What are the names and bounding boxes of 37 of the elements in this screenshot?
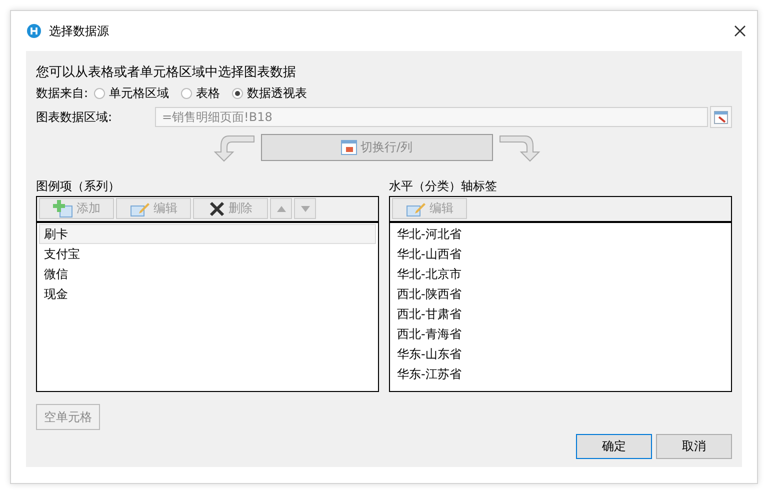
- close-icon[interactable]: [733, 24, 747, 38]
- sheet-icon: [714, 110, 728, 124]
- list-item[interactable]: 西北-陕西省: [392, 284, 729, 304]
- list-item[interactable]: 西北-青海省: [392, 324, 729, 344]
- up-icon: [276, 206, 286, 212]
- radio-button[interactable]: [94, 88, 106, 99]
- delete-icon: [208, 200, 224, 216]
- range-label: 图表数据区域:: [36, 108, 114, 126]
- edit-icon: [406, 200, 426, 216]
- window-title: 选择数据源: [49, 22, 110, 40]
- radio-option[interactable]: 表格: [181, 85, 220, 102]
- list-item[interactable]: 现金: [39, 284, 376, 304]
- dialog-button[interactable]: 确定: [576, 434, 652, 459]
- add-icon: [52, 200, 72, 218]
- list-item[interactable]: 华北-河北省: [392, 224, 729, 244]
- app-logo-icon: [27, 24, 41, 38]
- range-picker-button[interactable]: [710, 106, 732, 128]
- list-item[interactable]: 刷卡: [39, 224, 376, 244]
- source-label: 数据来自:: [36, 85, 88, 102]
- radio-option[interactable]: 单元格区域: [94, 85, 170, 102]
- radio-button[interactable]: [181, 88, 192, 99]
- list-item[interactable]: 华东-山东省: [392, 344, 729, 364]
- list-item[interactable]: 支付宝: [39, 244, 376, 264]
- table-icon: [341, 140, 358, 155]
- list-item[interactable]: 西北-甘肃省: [392, 304, 729, 324]
- radio-option[interactable]: 数据透视表: [232, 85, 308, 102]
- series-title: 图例项（系列）: [36, 178, 121, 195]
- down-icon: [300, 206, 310, 212]
- radio-button[interactable]: [232, 88, 244, 99]
- edit-icon: [130, 200, 150, 216]
- list-item[interactable]: 华东-江苏省: [392, 364, 729, 384]
- list-item[interactable]: 华北-北京市: [392, 264, 729, 284]
- list-item[interactable]: 微信: [39, 264, 376, 284]
- list-item[interactable]: 华北-山西省: [392, 244, 729, 264]
- categories-title: 水平（分类）轴标签: [389, 178, 498, 195]
- intro-text: 您可以从表格或者单元格区域中选择图表数据: [36, 64, 297, 81]
- dialog-button[interactable]: 取消: [656, 434, 732, 459]
